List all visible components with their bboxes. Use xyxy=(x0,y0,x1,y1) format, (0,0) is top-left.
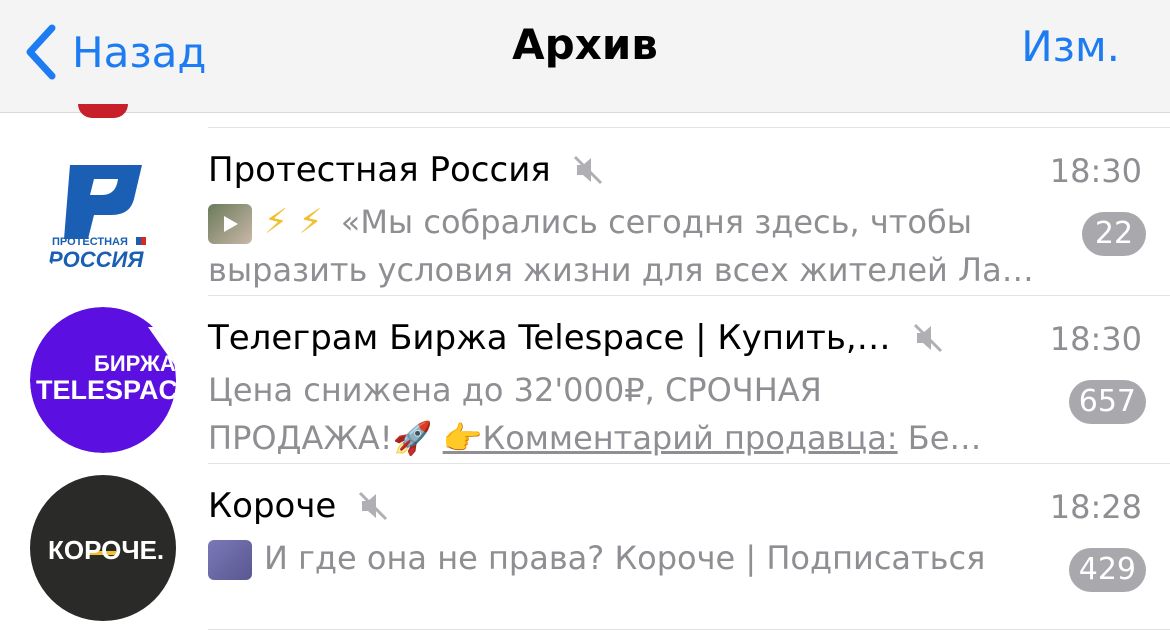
chat-name: Телеграм Биржа Telespace | Купить,… xyxy=(208,318,891,358)
muted-speaker-icon xyxy=(913,323,942,353)
chat-title: Телеграм Биржа Telespace | Купить,… xyxy=(208,318,945,358)
avatar: ПРОТЕСТНАЯ РОССИЯ xyxy=(30,139,176,285)
chat-title: Короче xyxy=(208,486,390,526)
preview-line-1: И где она не права? Короче | Подписаться xyxy=(264,539,986,577)
navigation-bar: Назад Архив Изм. xyxy=(0,0,1170,113)
svg-text:TELESPACE: TELESPACE xyxy=(36,375,176,405)
preview-line-2-start: ПРОДАЖА!🚀 xyxy=(208,419,443,457)
previous-chat-avatar-edge xyxy=(78,104,128,118)
svg-text:РОССИЯ: РОССИЯ xyxy=(48,247,144,272)
unread-badge: 22 xyxy=(1082,212,1146,256)
chat-row-koroche[interactable]: КОРОЧЕ. Короче 18:28 И где она не права?… xyxy=(0,464,1170,632)
chat-title: Протестная Россия xyxy=(208,150,605,190)
message-preview: Цена снижена до 32'000₽, СРОЧНАЯ ПРОДАЖА… xyxy=(208,366,1058,462)
video-thumbnail-icon xyxy=(208,204,252,244)
chat-time: 18:28 xyxy=(1049,488,1142,526)
chat-time: 18:30 xyxy=(1049,152,1142,190)
telespace-logo: БИРЖА TELESPACE xyxy=(30,307,176,453)
preview-line-2: выразить условия жизни для всех жителей … xyxy=(208,251,1034,289)
protest-russia-logo: ПРОТЕСТНАЯ РОССИЯ xyxy=(48,165,146,272)
chat-name: Протестная Россия xyxy=(208,150,551,190)
seller-comment-link: 👉Комментарий продавца: xyxy=(442,419,898,457)
avatar: БИРЖА TELESPACE xyxy=(30,307,176,453)
preview-line-2-end: Бе… xyxy=(897,419,982,457)
message-preview: ⚡ ⚡ «Мы собрались сегодня здесь, чтобы в… xyxy=(208,198,1058,294)
page-title: Архив xyxy=(512,20,658,69)
chat-row-protest-russia[interactable]: ПРОТЕСТНАЯ РОССИЯ Протестная Россия 18:3… xyxy=(0,128,1170,296)
lightning-emoji: ⚡ ⚡ xyxy=(264,202,323,242)
chat-time: 18:30 xyxy=(1049,320,1142,358)
chat-row-telespace[interactable]: БИРЖА TELESPACE Телеграм Биржа Telespace… xyxy=(0,296,1170,464)
avatar: КОРОЧЕ. xyxy=(30,475,176,621)
unread-badge: 429 xyxy=(1068,548,1146,592)
unread-badge: 657 xyxy=(1068,380,1146,424)
divider xyxy=(208,629,1170,630)
koroche-logo: КОРОЧЕ. xyxy=(48,535,164,565)
chat-name: Короче xyxy=(208,486,337,526)
svg-text:БИРЖА: БИРЖА xyxy=(94,351,176,376)
muted-speaker-icon xyxy=(573,155,602,185)
svg-text:КОРОЧЕ.: КОРОЧЕ. xyxy=(48,535,164,565)
message-preview: И где она не права? Короче | Подписаться xyxy=(208,534,1058,582)
preview-line-1: Цена снижена до 32'000₽, СРОЧНАЯ xyxy=(208,371,822,409)
image-thumbnail-icon xyxy=(208,540,252,580)
muted-speaker-icon xyxy=(359,491,388,521)
edit-button[interactable]: Изм. xyxy=(1021,22,1120,71)
preview-line-1: «Мы собрались сегодня здесь, чтобы xyxy=(340,203,972,241)
